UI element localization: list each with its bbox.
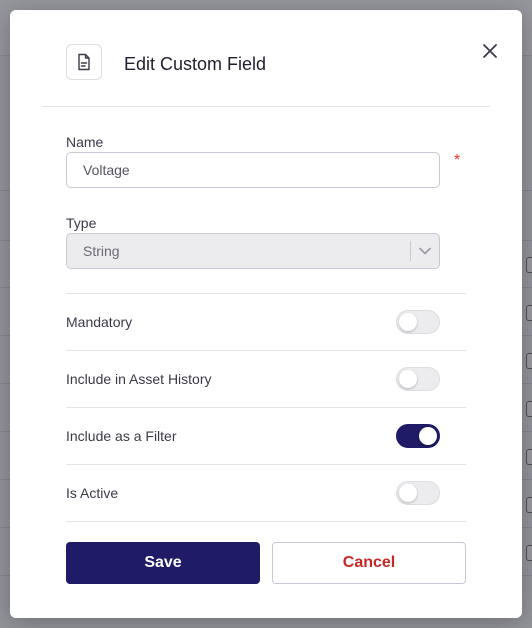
header-divider <box>42 106 490 107</box>
toggle-label-filter: Include as a Filter <box>66 428 177 444</box>
filter-toggle[interactable] <box>396 424 440 448</box>
toggle-knob <box>399 313 417 331</box>
toggle-knob <box>419 427 437 445</box>
document-icon <box>66 44 102 80</box>
type-select-value: String <box>83 243 120 259</box>
active-toggle[interactable] <box>396 481 440 505</box>
row-divider <box>66 464 466 465</box>
toggle-label-active: Is Active <box>66 485 119 501</box>
name-label: Name <box>66 134 104 150</box>
mandatory-toggle[interactable] <box>396 310 440 334</box>
row-divider <box>66 293 466 294</box>
type-select[interactable]: String <box>66 233 440 269</box>
toggle-knob <box>399 484 417 502</box>
name-input[interactable] <box>66 152 440 188</box>
cancel-button[interactable]: Cancel <box>272 542 466 584</box>
row-divider <box>66 521 466 522</box>
edit-custom-field-modal: Edit Custom Field Name * Type String Man… <box>10 10 522 618</box>
toggle-knob <box>399 370 417 388</box>
asset-history-toggle[interactable] <box>396 367 440 391</box>
modal-title: Edit Custom Field <box>124 54 267 74</box>
type-label: Type <box>66 215 97 231</box>
row-divider <box>66 350 466 351</box>
chevron-down-icon[interactable] <box>411 247 439 255</box>
toggle-label-asset-history: Include in Asset History <box>66 371 212 387</box>
row-divider <box>66 407 466 408</box>
toggle-label-mandatory: Mandatory <box>66 314 133 330</box>
close-icon[interactable] <box>480 41 500 61</box>
save-button[interactable]: Save <box>66 542 260 584</box>
required-indicator: * <box>454 152 461 169</box>
